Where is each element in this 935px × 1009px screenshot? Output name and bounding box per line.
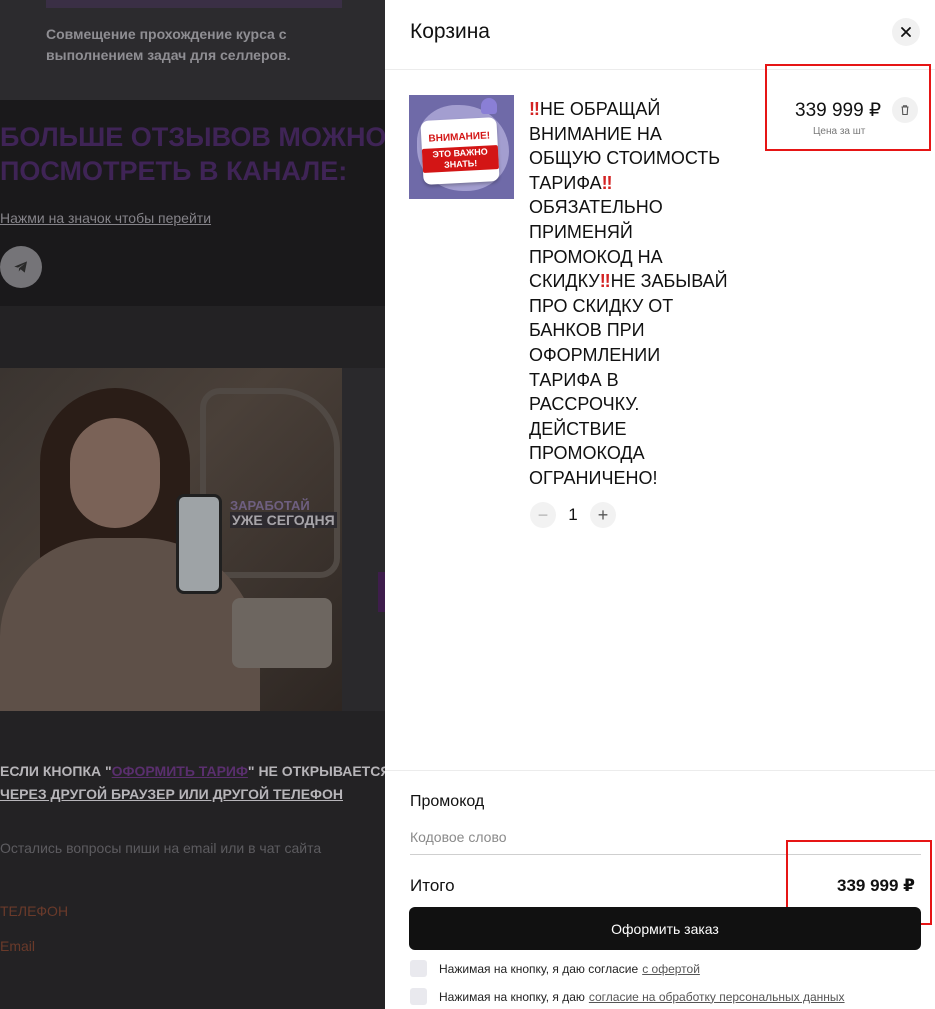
cart-title: Корзина — [410, 20, 490, 43]
product-image: ВНИМАНИЕ! ЭТО ВАЖНО ЗНАТЬ! — [409, 95, 514, 199]
consent-personal-data: Нажимая на кнопку, я даю согласие на обр… — [410, 988, 845, 1005]
cart-panel: Корзина ВНИМАНИЕ! ЭТО ВАЖНО ЗНАТЬ! ‼НЕ О… — [385, 0, 935, 1009]
attention-card: ВНИМАНИЕ! ЭТО ВАЖНО ЗНАТЬ! — [420, 117, 500, 185]
close-icon — [901, 27, 911, 37]
product-name: ‼НЕ ОБРАЩАЙ ВНИМАНИЕ НА ОБЩУЮ СТОИМОСТЬ … — [529, 97, 729, 491]
notice-line2: ЧЕРЕЗ ДРУГОЙ БРАУЗЕР ИЛИ ДРУГОЙ ТЕЛЕФОН — [0, 786, 343, 802]
exclamation-icon: ‼ — [601, 172, 613, 193]
bell-icon — [481, 98, 497, 114]
place-order-button[interactable]: Оформить заказ — [409, 907, 921, 950]
email-label: Email — [0, 938, 36, 954]
thumb-line2: ЭТО ВАЖНО ЗНАТЬ! — [421, 144, 499, 173]
telegram-button[interactable] — [0, 246, 42, 288]
right-column — [342, 368, 385, 711]
decrease-button[interactable]: − — [530, 502, 556, 528]
promo-label: Промокод — [410, 793, 485, 810]
quantity-value: 1 — [568, 505, 578, 524]
reviews-title: БОЛЬШЕ ОТЗЫВОВ МОЖНО ПОСМОТРЕТЬ В КАНАЛЕ… — [0, 120, 400, 188]
consent-personal-text: Нажимая на кнопку, я даю — [439, 989, 585, 1004]
notice-part1: ЕСЛИ КНОПКА " — [0, 763, 112, 779]
offer-link[interactable]: с офертой — [642, 962, 700, 976]
questions-text: Остались вопросы пиши на email или в чат… — [0, 840, 322, 856]
increase-button[interactable]: + — [590, 502, 616, 528]
reviews-title-line2: ПОСМОТРЕТЬ В КАНАЛЕ: — [0, 156, 348, 186]
cart-header: Корзина — [385, 0, 935, 70]
phone-label: ТЕЛЕФОН — [0, 903, 69, 919]
personal-data-checkbox[interactable] — [410, 988, 427, 1005]
total-label: Итого — [410, 876, 455, 895]
thumb-line1: ВНИМАНИЕ! — [428, 129, 491, 145]
exclamation-icon: ‼ — [529, 99, 540, 119]
name-part1: НЕ ОБРАЩАЙ ВНИМАНИЕ НА ОБЩУЮ СТОИМОСТЬ Т… — [529, 99, 721, 193]
close-button[interactable] — [892, 18, 920, 46]
name-part3: НЕ ЗАБЫВАЙ ПРО СКИДКУ ОТ БАНКОВ ПРИ ОФОР… — [529, 271, 728, 488]
exclamation-icon: ‼ — [599, 271, 611, 292]
offer-checkbox[interactable] — [410, 960, 427, 977]
phone-shape — [176, 494, 222, 594]
notice-text: ЕСЛИ КНОПКА "ОФОРМИТЬ ТАРИФ" НЕ ОТКРЫВАЕ… — [0, 760, 400, 806]
top-strip — [46, 0, 342, 8]
photo-label-top: ЗАРАБОТАЙ — [230, 498, 310, 513]
photo-label-bottom: УЖЕ СЕГОДНЯ — [230, 512, 337, 528]
reviews-title-line1: БОЛЬШЕ ОТЗЫВОВ МОЖНО — [0, 122, 387, 152]
course-text: Совмещение прохождение курса с выполнени… — [46, 26, 291, 63]
promo-photo — [0, 368, 342, 711]
footer-divider — [385, 770, 935, 771]
clothes-shape — [232, 598, 332, 668]
personal-data-link[interactable]: согласие на обработку персональных данны… — [589, 990, 845, 1004]
notice-line1: ЕСЛИ КНОПКА "ОФОРМИТЬ ТАРИФ" НЕ ОТКРЫВАЕ… — [0, 760, 400, 783]
consent-offer: Нажимая на кнопку, я даю согласие с офер… — [410, 960, 700, 977]
order-tariff-link[interactable]: ОФОРМИТЬ ТАРИФ — [112, 763, 248, 779]
notice-part2: " НЕ ОТКРЫВАЕТСЯ — [247, 763, 391, 779]
price-highlight-box — [765, 64, 931, 151]
telegram-icon — [14, 261, 27, 273]
face-shape — [70, 418, 160, 528]
consent-offer-text: Нажимая на кнопку, я даю согласие — [439, 961, 639, 976]
channel-link[interactable]: Нажми на значок чтобы перейти — [0, 210, 211, 226]
quantity-stepper: − 1 + — [530, 502, 616, 528]
